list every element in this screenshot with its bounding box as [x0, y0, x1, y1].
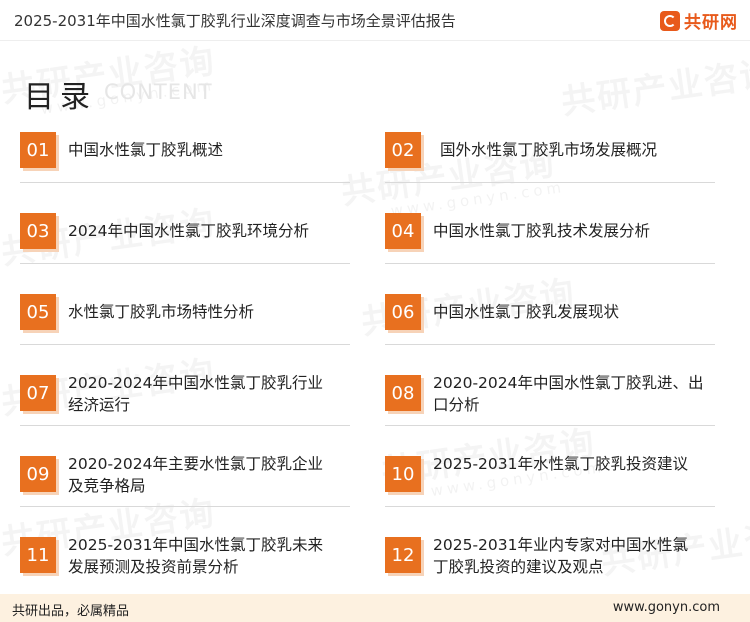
section-subtitle: CONTENT — [104, 80, 213, 104]
toc-item-05[interactable]: 05 水性氯丁胶乳市场特性分析 — [20, 294, 350, 345]
toc-label: 国外水性氯丁胶乳市场发展概况 — [440, 141, 658, 159]
toc-item-06[interactable]: 06 中国水性氯丁胶乳发展现状 — [385, 294, 715, 345]
toc-number: 01 — [20, 132, 56, 168]
toc-item-08[interactable]: 08 2020-2024年中国水性氯丁胶乳进、出口分析 — [385, 374, 715, 426]
header-bar: 2025-2031年中国水性氯丁胶乳行业深度调查与市场全景评估报告 共研网 — [0, 0, 750, 41]
toc-number: 04 — [385, 213, 421, 249]
toc-number: 10 — [385, 456, 421, 492]
toc-item-01[interactable]: 01 中国水性氯丁胶乳概述 — [20, 132, 350, 183]
logo-icon — [660, 10, 680, 31]
divider — [385, 506, 715, 507]
divider — [20, 263, 350, 264]
logo-text: 共研网 — [684, 13, 738, 33]
toc-number: 09 — [20, 456, 56, 492]
toc-item-04[interactable]: 04 中国水性氯丁胶乳技术发展分析 — [385, 213, 715, 264]
footer-url[interactable]: www.gonyn.com — [613, 600, 720, 615]
divider — [385, 425, 715, 426]
toc-label: 水性氯丁胶乳市场特性分析 — [68, 303, 255, 321]
report-title: 2025-2031年中国水性氯丁胶乳行业深度调查与市场全景评估报告 — [14, 12, 456, 30]
toc-number: 08 — [385, 375, 421, 411]
toc-number: 11 — [20, 537, 56, 573]
toc-label: 中国水性氯丁胶乳概述 — [68, 141, 224, 159]
divider — [20, 425, 350, 426]
toc-item-10[interactable]: 10 2025-2031年水性氯丁胶乳投资建议 — [385, 455, 715, 507]
logo: 共研网 — [660, 8, 738, 33]
toc-number: 12 — [385, 537, 421, 573]
toc-label: 2025-2031年业内专家对中国水性氯丁胶乳投资的建议及观点 — [433, 536, 688, 576]
toc-label: 2025-2031年中国水性氯丁胶乳未来发展预测及投资前景分析 — [68, 536, 323, 576]
divider — [20, 344, 350, 345]
toc-item-09[interactable]: 09 2020-2024年主要水性氯丁胶乳企业及竞争格局 — [20, 455, 350, 507]
toc-number: 05 — [20, 294, 56, 330]
toc-number: 06 — [385, 294, 421, 330]
toc-label: 2024年中国水性氯丁胶乳环境分析 — [68, 222, 309, 240]
toc-number: 02 — [385, 132, 421, 168]
toc-label: 中国水性氯丁胶乳发展现状 — [433, 303, 620, 321]
footer-slogan: 共研出品，必属精品 — [12, 604, 130, 619]
toc-label: 2025-2031年水性氯丁胶乳投资建议 — [433, 455, 688, 473]
divider — [385, 344, 715, 345]
toc-label: 2020-2024年中国水性氯丁胶乳行业经济运行 — [68, 374, 323, 414]
toc-item-07[interactable]: 07 2020-2024年中国水性氯丁胶乳行业经济运行 — [20, 374, 350, 426]
toc-number: 03 — [20, 213, 56, 249]
toc-item-12[interactable]: 12 2025-2031年业内专家对中国水性氯丁胶乳投资的建议及观点 — [385, 536, 715, 577]
divider — [20, 506, 350, 507]
toc-label: 2020-2024年中国水性氯丁胶乳进、出口分析 — [433, 374, 704, 414]
divider — [385, 182, 715, 183]
toc-item-03[interactable]: 03 2024年中国水性氯丁胶乳环境分析 — [20, 213, 350, 264]
toc-label: 中国水性氯丁胶乳技术发展分析 — [433, 222, 651, 240]
section-title: 目录 — [24, 80, 96, 115]
footer-bar: 共研出品，必属精品 www.gonyn.com — [0, 594, 750, 622]
toc-item-02[interactable]: 02 国外水性氯丁胶乳市场发展概况 — [385, 132, 715, 183]
watermark: 共研产业咨询 — [558, 45, 750, 124]
toc-item-11[interactable]: 11 2025-2031年中国水性氯丁胶乳未来发展预测及投资前景分析 — [20, 536, 350, 577]
toc-number: 07 — [20, 375, 56, 411]
divider — [385, 263, 715, 264]
toc-label: 2020-2024年主要水性氯丁胶乳企业及竞争格局 — [68, 455, 323, 495]
divider — [20, 182, 350, 183]
